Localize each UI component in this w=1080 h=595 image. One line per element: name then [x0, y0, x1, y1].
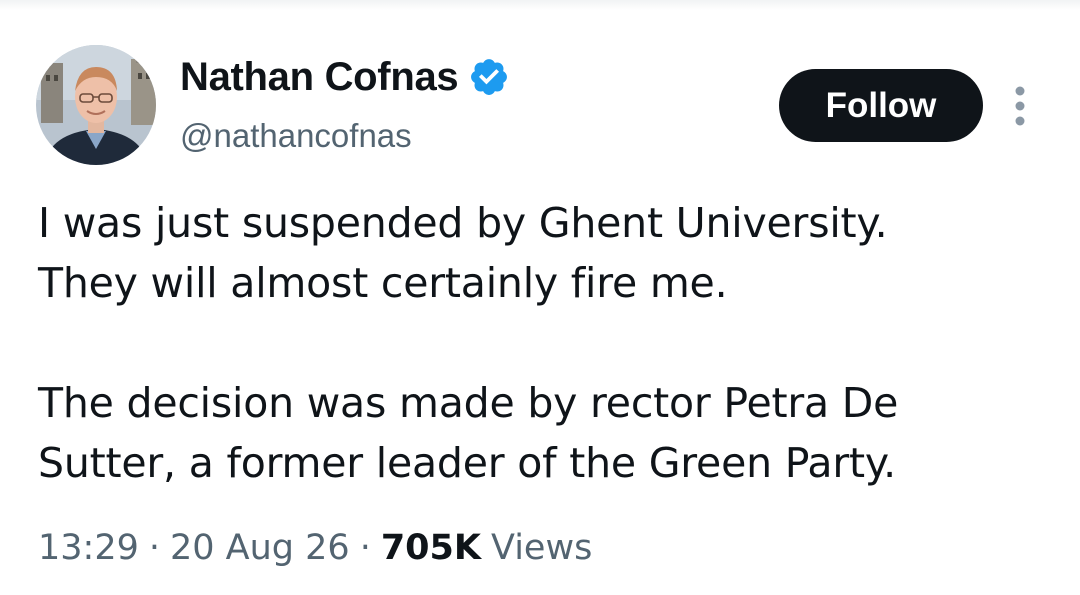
tweet-paragraph: I was just suspended by Ghent University… [38, 199, 888, 307]
author-name-row[interactable]: Nathan Cofnas [180, 52, 510, 102]
tweet-time[interactable]: 13:29 [38, 528, 139, 568]
views-count: 705K [380, 528, 482, 568]
meta-separator: · [359, 528, 371, 568]
author-handle[interactable]: @nathancofnas [180, 117, 412, 155]
tweet-date[interactable]: 20 Aug 26 [170, 528, 350, 568]
more-vertical-icon[interactable] [1006, 85, 1034, 127]
follow-button[interactable]: Follow [779, 69, 983, 142]
tweet-text: I was just suspended by Ghent University… [38, 193, 1048, 493]
avatar-photo-icon [36, 45, 156, 165]
tweet-meta: 13:29 · 20 Aug 26 · 705K Views [38, 528, 592, 568]
views-label: Views [491, 528, 593, 568]
top-divider [0, 0, 1080, 10]
tweet-paragraph: The decision was made by rector Petra De… [38, 379, 899, 487]
author-display-name[interactable]: Nathan Cofnas [180, 55, 459, 100]
avatar[interactable] [36, 45, 156, 165]
meta-separator: · [148, 528, 161, 568]
verified-badge-icon [468, 56, 510, 98]
